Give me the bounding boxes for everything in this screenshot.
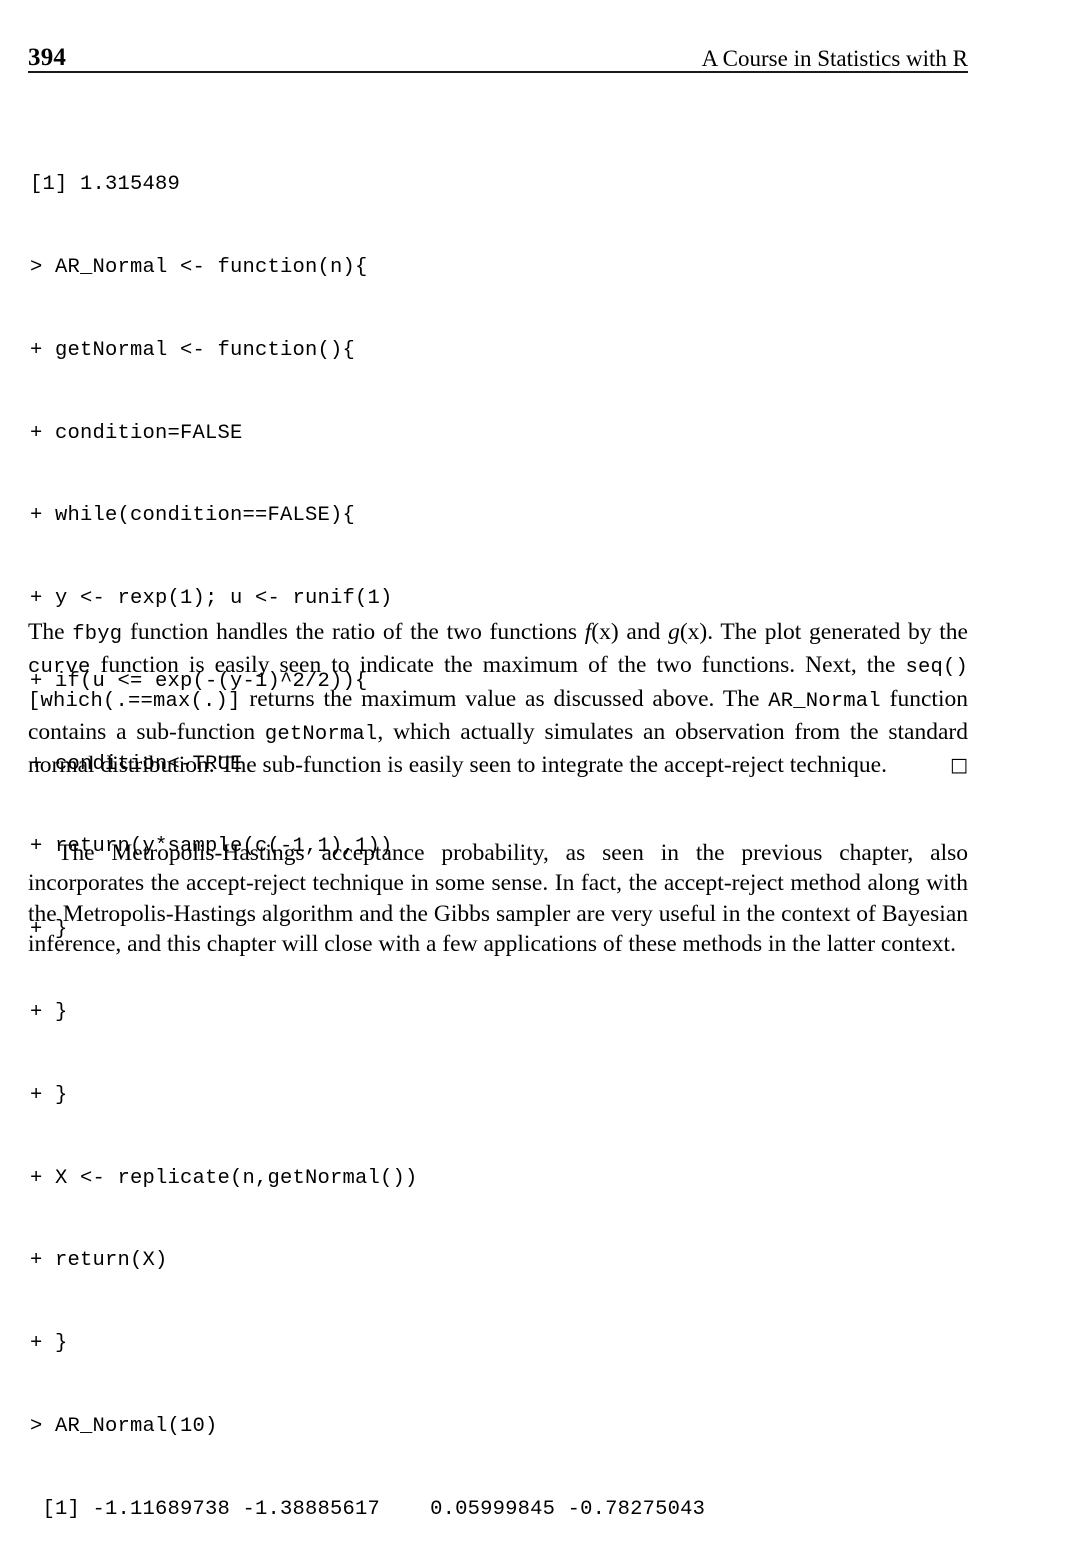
inline-code-fbyg: fbyg <box>72 623 123 646</box>
code-line: [1] -1.11689738 -1.38885617 0.05999845 -… <box>30 1497 706 1521</box>
paragraph-closing: The Metropolis-Hastings acceptance proba… <box>28 838 968 959</box>
code-block: [1] 1.315489 > AR_Normal <- function(n){… <box>30 116 990 1551</box>
code-line: > AR_Normal(10) <box>30 1414 218 1438</box>
text-run: The Metropolis-Hastings acceptance proba… <box>28 840 968 957</box>
inline-code-getnormal: getNormal <box>264 722 378 746</box>
math-g-arg: (x) <box>679 619 708 645</box>
text-run: returns the maximum value as discussed a… <box>240 685 769 712</box>
running-title: A Course in Statistics with R <box>701 46 968 71</box>
code-line: + } <box>30 1083 68 1107</box>
code-line: + getNormal <- function(){ <box>30 338 356 362</box>
text-run: The <box>28 619 73 645</box>
paragraph-proof: The fbyg function handles the ratio of t… <box>28 617 968 780</box>
qed-box-icon: □ <box>950 754 968 777</box>
code-line: + while(condition==FALSE){ <box>30 504 356 528</box>
math-g: g <box>668 619 680 645</box>
text-run: and <box>618 619 669 645</box>
header-rule <box>28 71 968 73</box>
inline-code-curve: curve <box>28 656 91 680</box>
code-line: + condition=FALSE <box>30 421 243 445</box>
page-number: 394 <box>28 44 67 71</box>
text-run: function handles the ratio of the two fu… <box>122 619 585 645</box>
code-line: + X <- replicate(n,getNormal()) <box>30 1166 418 1190</box>
math-f-arg: (x) <box>591 619 619 645</box>
code-line: + return(X) <box>30 1249 168 1273</box>
code-line: > AR_Normal <- function(n){ <box>30 255 368 279</box>
inline-code-ar-normal: AR_Normal <box>768 689 881 713</box>
code-line: [1] 1.315489 <box>30 173 181 197</box>
page-header: 394 A Course in Statistics with R <box>28 30 968 70</box>
text-run: . The plot generated by the <box>707 619 968 645</box>
text-run: function is easily seen to indicate the … <box>90 652 906 679</box>
code-line: + } <box>30 1332 68 1356</box>
code-line: + y <- rexp(1); u <- runif(1) <box>30 587 393 611</box>
code-line: + } <box>30 1001 68 1024</box>
